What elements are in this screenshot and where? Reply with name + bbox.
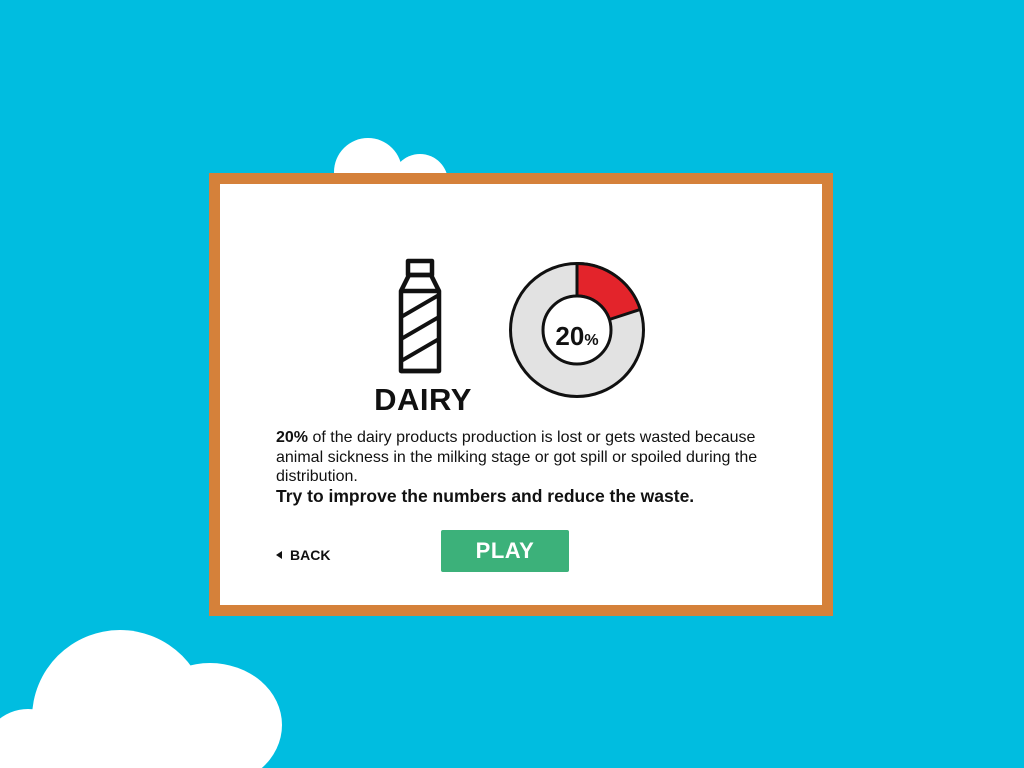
loss-percentage-label: 20%: [541, 321, 613, 356]
description-highlight: 20%: [276, 429, 309, 446]
loss-percentage-number: 20: [555, 321, 585, 351]
info-panel: DAIRY 20% 20% of the dairy products prod…: [209, 173, 833, 616]
play-button[interactable]: PLAY: [441, 530, 569, 572]
back-label: BACK: [290, 547, 331, 563]
category-title: DAIRY: [374, 382, 472, 417]
description-text: 20% of the dairy products production is …: [276, 428, 776, 487]
back-button[interactable]: BACK: [276, 545, 330, 565]
back-arrow-icon: [276, 551, 282, 559]
milk-bottle-icon: [398, 258, 442, 374]
loss-percentage-unit: %: [584, 332, 599, 349]
description-body: of the dairy products production is lost…: [276, 429, 758, 485]
call-to-action: Try to improve the numbers and reduce th…: [276, 486, 695, 506]
bottom-left-cloud: [0, 630, 282, 768]
